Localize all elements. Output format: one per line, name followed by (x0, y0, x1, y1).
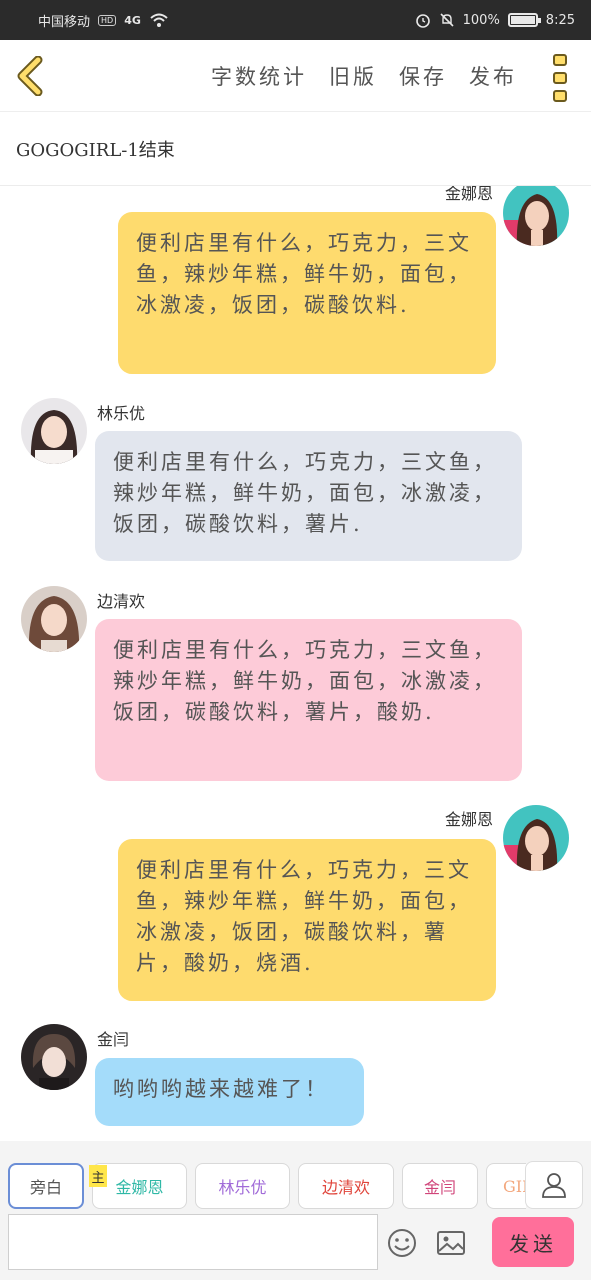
mute-icon (440, 13, 454, 27)
avatar[interactable] (21, 398, 87, 464)
character-chip-bianqinghuan[interactable]: 边清欢 (298, 1163, 394, 1209)
message-bubble[interactable]: 便利店里有什么，巧克力，三文鱼，辣炒年糕，鲜牛奶，面包，冰激凌，饭团，碳酸饮料，… (118, 839, 496, 1001)
chip-label: 边清欢 (321, 1178, 370, 1197)
avatar-image (21, 1024, 87, 1090)
message-bubble[interactable]: 便利店里有什么，巧克力，三文鱼，辣炒年糕，鲜牛奶，面包，冰激凌，饭团，碳酸饮料，… (95, 619, 522, 781)
message-bubble[interactable]: 便利店里有什么，巧克力，三文鱼，辣炒年糕，鲜牛奶，面包，冰激凌，饭团，碳酸饮料，… (95, 431, 522, 561)
word-count-button[interactable]: 字数统计 (211, 61, 307, 91)
bottom-input-bar: 旁白 金娜恩 主 林乐优 边清欢 金闫 GIF (0, 1141, 591, 1280)
character-chip-linleyou[interactable]: 林乐优 (195, 1163, 290, 1209)
wifi-icon (150, 13, 168, 27)
character-chip-narrator[interactable]: 旁白 (8, 1163, 84, 1209)
chapter-title: GOGOGIRL-1结束 (16, 139, 175, 161)
avatar-image (21, 398, 87, 464)
sender-name: 金娜恩 (444, 186, 493, 203)
clock: 8:25 (545, 12, 575, 28)
sender-name: 金娜恩 (444, 810, 493, 829)
chevron-left-icon (17, 55, 43, 97)
menu-dot-icon (553, 90, 567, 102)
alarm-icon (415, 14, 430, 28)
send-button[interactable]: 发送 (492, 1217, 574, 1267)
battery-percent: 100% (462, 12, 500, 28)
chip-label: 旁白 (29, 1178, 62, 1197)
avatar-image (503, 186, 569, 246)
chat-area[interactable]: 金娜恩 便利店里有什么，巧克力，三文鱼，辣炒年糕，鲜牛奶，面包，冰激凌，饭团，碳… (0, 186, 591, 1141)
image-button[interactable] (435, 1227, 467, 1259)
avatar-image (503, 805, 569, 871)
avatar[interactable] (21, 1024, 87, 1090)
status-bar: 中国移动 HD 4G 100% 8:25 (0, 0, 591, 40)
chapter-title-bar[interactable]: GOGOGIRL-1结束 (0, 112, 591, 186)
carrier-name: 中国移动 (38, 14, 91, 30)
chip-label: GIF (503, 1176, 526, 1196)
avatar[interactable] (503, 186, 569, 246)
message-bubble[interactable]: 便利店里有什么，巧克力，三文鱼，辣炒年糕，鲜牛奶，面包，冰激凌，饭团，碳酸饮料. (118, 212, 496, 374)
avatar[interactable] (503, 805, 569, 871)
more-menu-button[interactable] (549, 54, 571, 102)
old-version-button[interactable]: 旧版 (329, 61, 377, 91)
character-chip-jinyan[interactable]: 金闫 (402, 1163, 478, 1209)
person-icon (542, 1173, 566, 1198)
message-input[interactable] (8, 1214, 378, 1270)
toolbar: 字数统计 旧版 保存 发布 (0, 40, 591, 112)
character-chip-gif[interactable]: GIF (486, 1163, 526, 1209)
menu-dot-icon (553, 54, 567, 66)
main-character-badge: 主 (89, 1165, 107, 1187)
chip-label: 金闫 (423, 1178, 456, 1197)
save-button[interactable]: 保存 (399, 61, 447, 91)
network-type: 4G (124, 13, 141, 27)
sender-name: 林乐优 (97, 404, 146, 423)
emoji-button[interactable] (386, 1227, 418, 1259)
send-label: 发送 (509, 1231, 557, 1256)
avatar[interactable] (21, 586, 87, 652)
sender-name: 金闫 (97, 1030, 130, 1049)
back-button[interactable] (14, 55, 48, 97)
image-icon (437, 1231, 465, 1255)
message-bubble[interactable]: 哟哟哟越来越难了！ (95, 1058, 364, 1126)
chip-label: 林乐优 (218, 1178, 267, 1197)
carrier-info: 中国移动 HD 4G (38, 11, 169, 30)
smile-icon (388, 1229, 416, 1257)
character-manage-button[interactable] (525, 1161, 583, 1209)
sender-name: 边清欢 (97, 592, 146, 611)
battery-icon (507, 13, 541, 27)
avatar-image (21, 586, 87, 652)
chip-label: 金娜恩 (115, 1178, 164, 1197)
hd-badge: HD (98, 14, 117, 26)
publish-button[interactable]: 发布 (469, 61, 517, 91)
menu-dot-icon (553, 72, 567, 84)
